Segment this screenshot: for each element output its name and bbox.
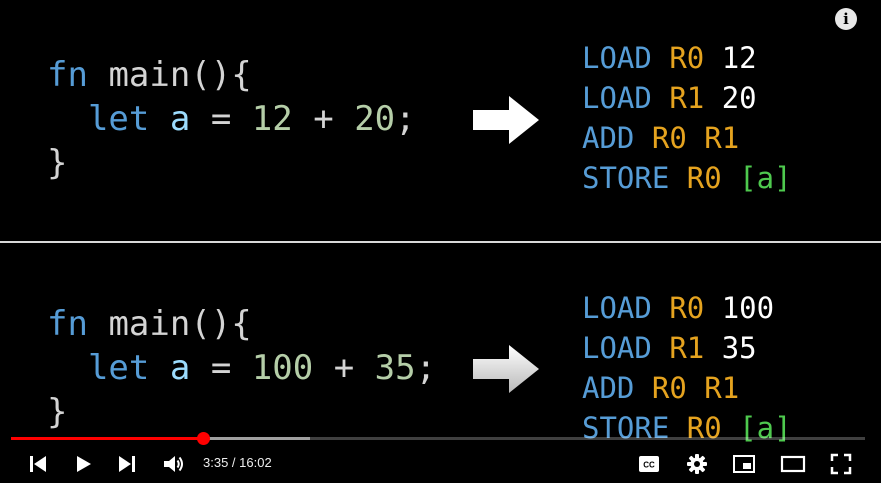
asm-register: R1: [669, 331, 705, 365]
play-icon: [77, 456, 91, 472]
asm-immediate: 35: [721, 331, 757, 365]
equals-sign: =: [210, 348, 232, 388]
volume-button[interactable]: [158, 448, 190, 480]
asm-op: LOAD: [582, 41, 652, 75]
asm-immediate: 20: [721, 81, 757, 115]
asm-op: LOAD: [582, 331, 652, 365]
variable-a: a: [169, 348, 191, 388]
plus-sign: +: [313, 99, 334, 139]
fullscreen-button[interactable]: [825, 448, 857, 480]
right-arrow-icon: [473, 96, 539, 144]
semicolon: ;: [415, 348, 437, 388]
asm-op: STORE: [582, 161, 670, 195]
top-code-block: fn main(){ let a = 12 + 20; }: [47, 53, 416, 185]
number-literal: 20: [354, 99, 396, 139]
settings-icon: [687, 454, 707, 474]
previous-icon: [30, 456, 46, 472]
miniplayer-button[interactable]: [728, 448, 760, 480]
top-assembly-block: LOAD R0 12 LOAD R1 20 ADD R0 R1 STORE R0…: [582, 38, 792, 198]
asm-register: R1: [704, 121, 740, 155]
previous-button[interactable]: [22, 448, 54, 480]
progress-played: [11, 437, 204, 440]
asm-register: R1: [704, 371, 740, 405]
number-literal: 12: [251, 99, 293, 139]
captions-icon: CC: [639, 456, 659, 472]
time-current: 3:35: [203, 455, 229, 470]
number-literal: 100: [251, 348, 314, 388]
asm-register: R0: [669, 291, 705, 325]
play-button[interactable]: [67, 448, 99, 480]
video-player[interactable]: fn main(){ let a = 12 + 20; } LOAD R0 12…: [0, 0, 881, 483]
fullscreen-icon: [830, 453, 852, 475]
next-icon: [119, 456, 135, 472]
time-total: 16:02: [239, 455, 272, 470]
asm-register: R0: [669, 41, 705, 75]
volume-icon: [164, 456, 183, 472]
variable-a: a: [169, 99, 191, 139]
keyword-let: let: [87, 348, 150, 388]
bottom-code-block: fn main(){ let a = 100 + 35; }: [47, 302, 436, 434]
player-controls: 3:35 / 16:02 CC: [0, 444, 881, 483]
asm-immediate: 100: [721, 291, 775, 325]
semicolon: ;: [395, 99, 416, 139]
asm-op: LOAD: [582, 81, 652, 115]
fn-signature: main(){: [108, 55, 252, 95]
plus-sign: +: [333, 348, 355, 388]
asm-register: R0: [686, 161, 722, 195]
time-display: 3:35 / 16:02: [203, 455, 272, 470]
fn-signature: main(){: [108, 304, 252, 344]
bottom-assembly-block: LOAD R0 100 LOAD R1 35 ADD R0 R1 STORE R…: [582, 288, 792, 448]
info-button[interactable]: i: [835, 8, 857, 30]
panel-divider: [0, 241, 881, 243]
asm-register: R1: [669, 81, 705, 115]
asm-op: ADD: [582, 121, 635, 155]
asm-immediate: 12: [721, 41, 757, 75]
asm-memory-ref: [a]: [739, 161, 792, 195]
equals-sign: =: [210, 99, 232, 139]
asm-op: ADD: [582, 371, 635, 405]
number-literal: 35: [374, 348, 416, 388]
theater-mode-icon: [780, 455, 806, 473]
keyword-fn: fn: [47, 55, 88, 95]
settings-button[interactable]: [681, 448, 713, 480]
captions-button[interactable]: CC: [633, 448, 665, 480]
next-button[interactable]: [111, 448, 143, 480]
theater-mode-button[interactable]: [777, 448, 809, 480]
closing-brace: }: [47, 143, 68, 183]
time-separator: /: [228, 455, 240, 470]
asm-register: R0: [651, 371, 687, 405]
keyword-fn: fn: [47, 304, 88, 344]
asm-op: LOAD: [582, 291, 652, 325]
asm-register: R0: [651, 121, 687, 155]
miniplayer-icon: [733, 455, 755, 473]
right-arrow-icon: [473, 345, 539, 393]
closing-brace: }: [47, 392, 68, 432]
keyword-let: let: [87, 99, 150, 139]
svg-text:CC: CC: [643, 461, 655, 470]
